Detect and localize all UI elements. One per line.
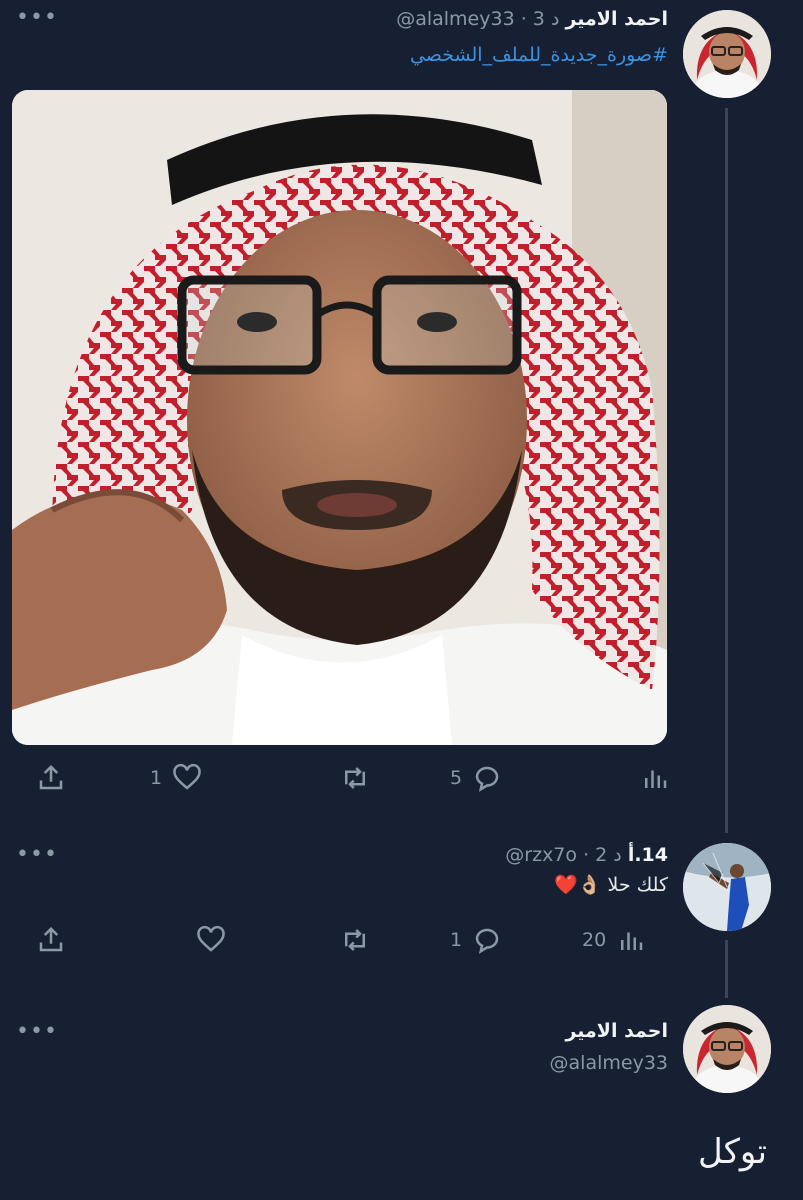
tweet-hashtag[interactable]: #صورة_جديدة_للملف_الشخصي bbox=[410, 44, 668, 66]
retweet-icon bbox=[345, 929, 365, 951]
reply-button[interactable]: 5 bbox=[450, 760, 502, 796]
tweet-header: احمد الامير @alalmey33 · 3 د bbox=[396, 6, 668, 32]
avatar-photo bbox=[683, 843, 771, 931]
analytics-bars-icon bbox=[645, 770, 667, 788]
tweet-photo[interactable] bbox=[12, 90, 667, 745]
like-button[interactable]: 1 bbox=[150, 760, 202, 796]
author-handle[interactable]: @alalmey33 bbox=[396, 8, 514, 30]
more-options-icon[interactable]: ••• bbox=[16, 1021, 58, 1043]
thread-connector-line bbox=[725, 108, 728, 833]
retweet-icon bbox=[345, 767, 365, 789]
avatar-photo bbox=[683, 1005, 771, 1093]
reply-header: 14.أ @rzx7o · 2 د bbox=[505, 842, 668, 868]
author-name: احمد الامير bbox=[565, 1020, 668, 1042]
avatar[interactable] bbox=[683, 10, 771, 98]
thread-connector-line bbox=[725, 940, 728, 998]
tweet-thread-screen: احمد الامير @alalmey33 · 3 د ••• #صورة_ج… bbox=[0, 0, 803, 1200]
reply-bubble-icon bbox=[475, 928, 499, 954]
avatar-photo bbox=[683, 10, 771, 98]
share-button[interactable] bbox=[36, 760, 66, 796]
more-options-icon[interactable]: ••• bbox=[16, 7, 58, 29]
author-name[interactable]: احمد الامير bbox=[565, 8, 668, 30]
avatar[interactable] bbox=[683, 843, 771, 931]
views-count: 20 bbox=[582, 929, 607, 951]
author-handle[interactable]: @rzx7o bbox=[505, 844, 577, 866]
share-button[interactable] bbox=[36, 922, 66, 958]
share-icon bbox=[39, 764, 63, 790]
like-button[interactable] bbox=[186, 922, 226, 958]
tweet-action-bar: 1 5 bbox=[0, 760, 690, 796]
views-button[interactable] bbox=[630, 760, 670, 796]
retweet-button[interactable] bbox=[330, 760, 370, 796]
reply-button[interactable]: 1 bbox=[450, 922, 502, 958]
author-name[interactable]: 14.أ bbox=[628, 844, 668, 866]
reply-action-bar: 1 20 bbox=[0, 922, 690, 958]
avatar[interactable] bbox=[683, 1005, 771, 1093]
reply-text: كلك حلا 👌🏼❤️ bbox=[554, 874, 668, 896]
reply-compose-text[interactable]: توكل bbox=[698, 1132, 767, 1172]
author-handle: @alalmey33 bbox=[549, 1052, 668, 1074]
share-icon bbox=[39, 926, 63, 952]
heart-icon bbox=[197, 925, 225, 952]
views-button[interactable]: 20 bbox=[582, 922, 646, 958]
tweet-timestamp[interactable]: · 3 د bbox=[521, 8, 560, 30]
profile-photo-image bbox=[12, 90, 667, 745]
more-options-icon[interactable]: ••• bbox=[16, 844, 58, 866]
retweet-button[interactable] bbox=[330, 922, 370, 958]
reply-bubble-icon bbox=[475, 766, 499, 792]
heart-icon bbox=[173, 763, 201, 790]
reply-count: 5 bbox=[450, 767, 463, 789]
reply-count: 1 bbox=[450, 929, 463, 951]
analytics-bars-icon bbox=[621, 932, 643, 950]
composer-header: احمد الامير bbox=[565, 1018, 668, 1044]
like-count: 1 bbox=[150, 767, 163, 789]
reply-timestamp[interactable]: · 2 د bbox=[583, 844, 622, 866]
